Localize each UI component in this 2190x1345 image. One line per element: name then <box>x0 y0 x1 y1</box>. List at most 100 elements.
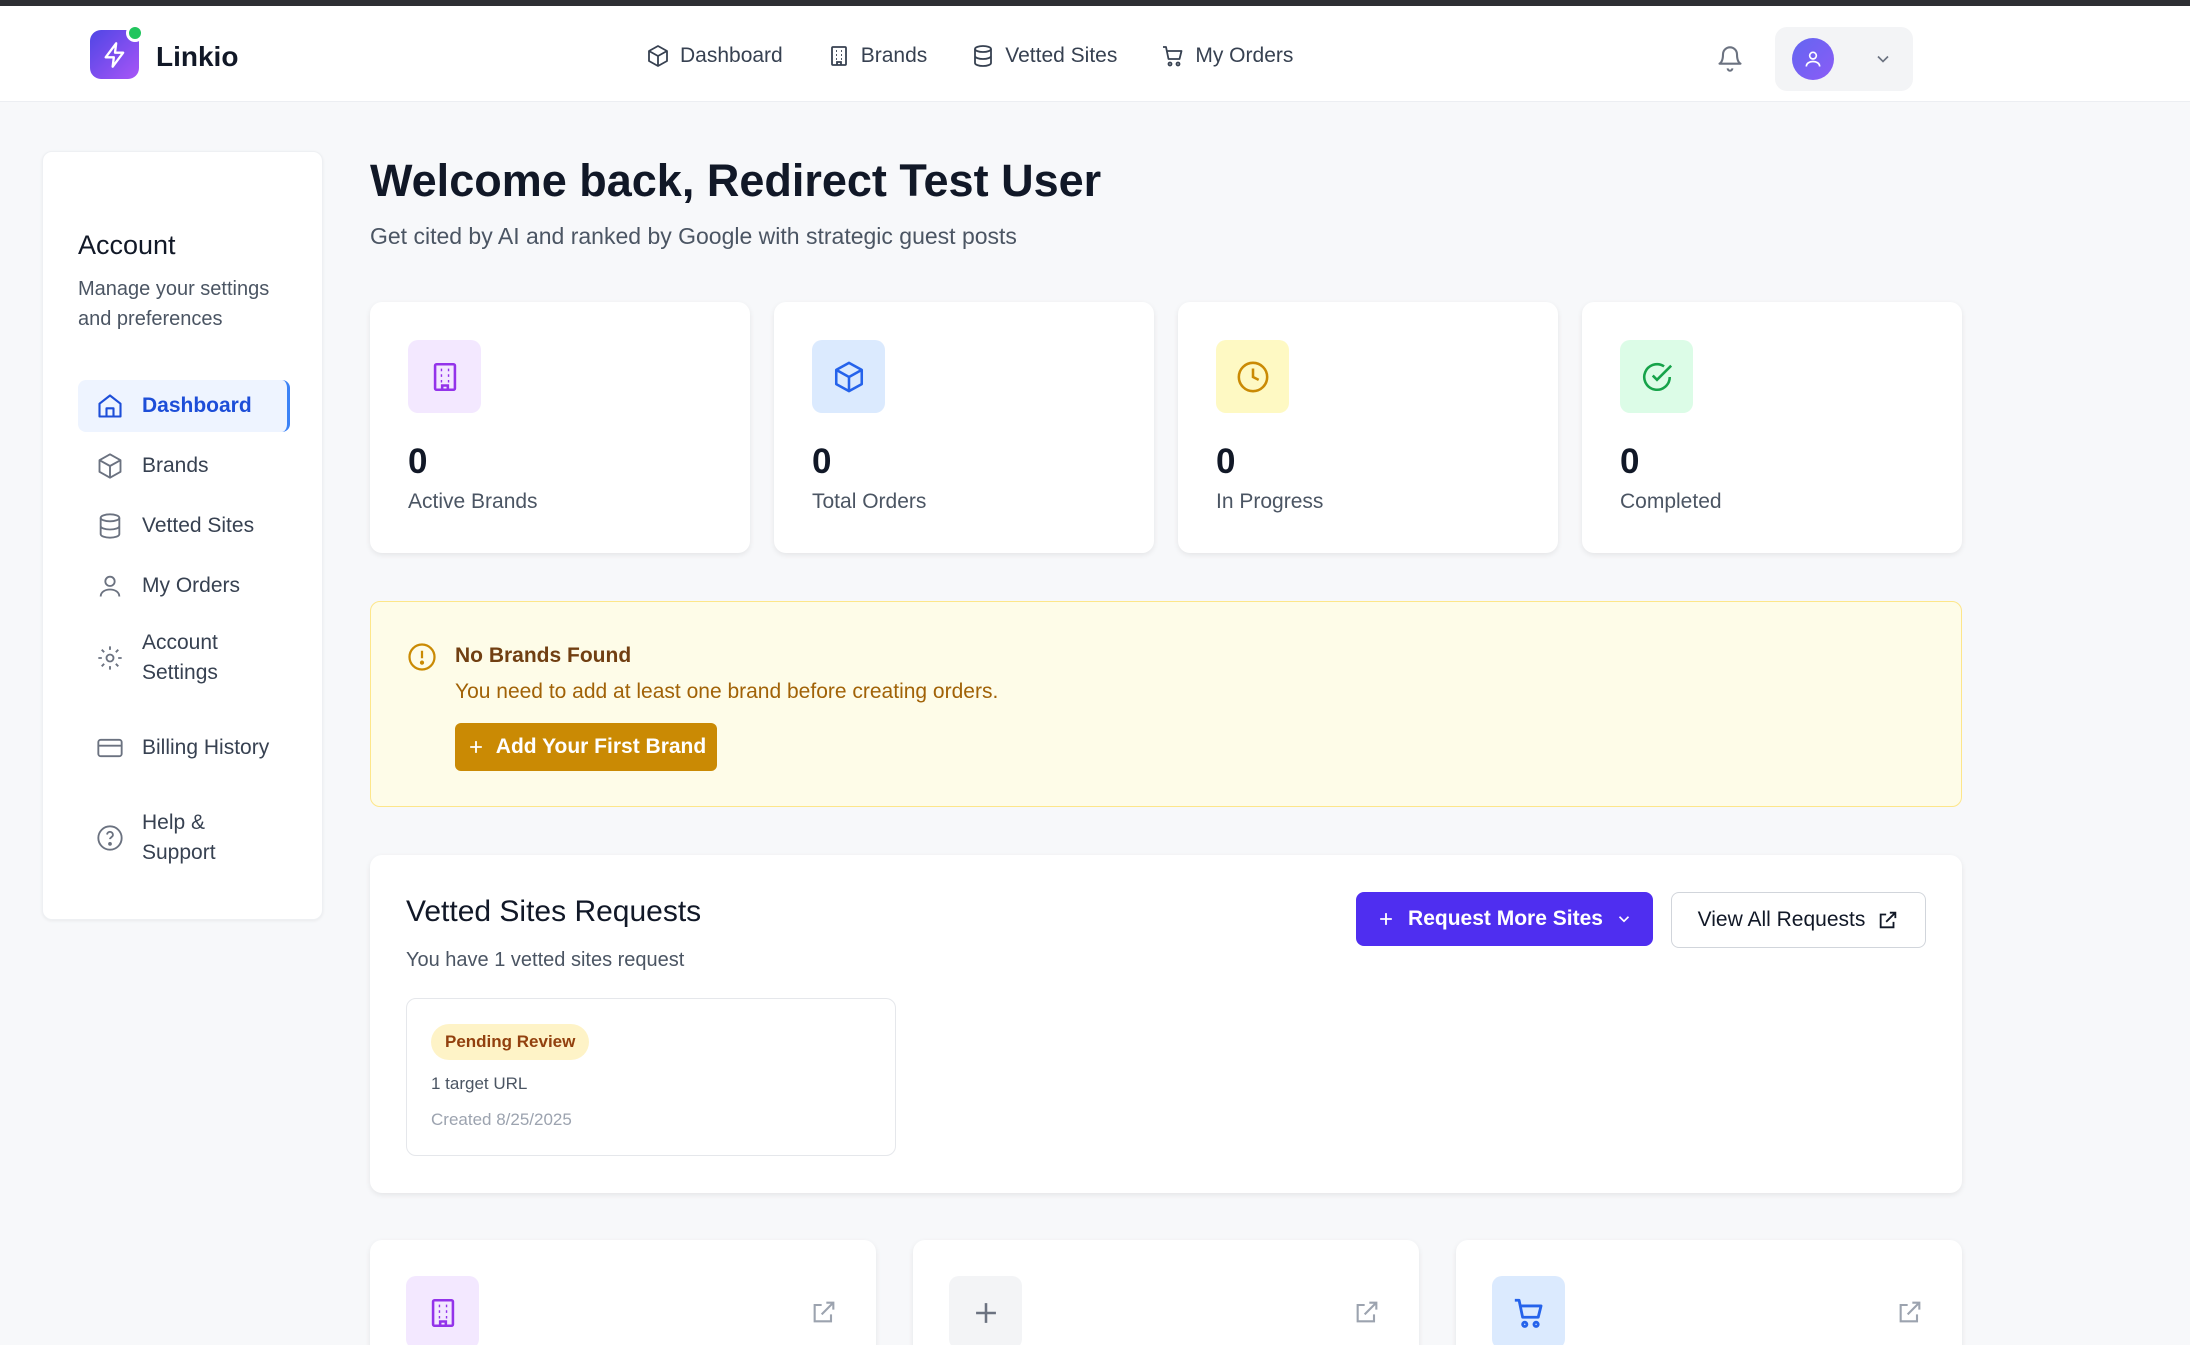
topnav-my-orders[interactable]: My Orders <box>1161 44 1293 68</box>
no-brands-alert: No Brands Found You need to add at least… <box>370 601 1962 807</box>
sidebar-item-billing-history[interactable]: Billing History <box>78 710 290 786</box>
plus-icon <box>1380 913 1392 925</box>
sidebar-item-label: Brands <box>142 454 209 477</box>
building-icon <box>431 1298 454 1327</box>
add-first-brand-label: Add Your First Brand <box>495 735 707 758</box>
top-header: Linkio Dashboard Brands Vetted Sites My … <box>0 6 2190 102</box>
gear-icon <box>98 646 122 670</box>
sidebar-item-account-settings[interactable]: Account Settings <box>78 620 290 696</box>
sidebar-item-label: Billing History <box>142 736 270 759</box>
clock-icon <box>1237 361 1268 392</box>
request-more-sites-label: Request More Sites <box>1408 907 1603 930</box>
package-icon <box>98 453 122 479</box>
external-link-icon <box>1880 911 1897 929</box>
view-all-requests-label: View All Requests <box>1697 908 1866 931</box>
sidebar-item-label: Vetted Sites <box>142 514 255 537</box>
user-icon <box>1805 51 1821 67</box>
credit-card-icon <box>97 738 123 758</box>
plus-icon <box>975 1302 996 1323</box>
add-first-brand-button[interactable]: Add Your First Brand <box>455 723 717 771</box>
page-subtitle: Get cited by AI and ranked by Google wit… <box>370 223 1017 249</box>
stat-value: 0 <box>1620 442 1640 481</box>
quick-action-icon-box <box>406 1276 479 1345</box>
stat-icon-box <box>1620 340 1693 413</box>
sidebar-item-label: Account Settings <box>142 631 218 684</box>
vetted-title: Vetted Sites Requests <box>406 895 702 928</box>
alert-title: No Brands Found <box>455 644 632 667</box>
status-badge: Pending Review <box>431 1024 590 1060</box>
stat-icon-box <box>812 340 885 413</box>
lightning-icon <box>104 41 124 68</box>
database-icon <box>974 45 993 67</box>
sidebar-item-brands[interactable]: Brands <box>78 440 290 492</box>
top-nav: Dashboard Brands Vetted Sites My Orders <box>646 44 1293 68</box>
building-icon <box>830 46 847 66</box>
avatar[interactable] <box>1792 38 1834 80</box>
alert-circle-icon <box>408 643 436 671</box>
external-link-icon <box>813 1301 835 1323</box>
stat-value: 0 <box>1216 442 1236 481</box>
view-all-requests-button[interactable]: View All Requests <box>1671 892 1926 948</box>
external-link-icon <box>1356 1301 1378 1323</box>
alert-text: You need to add at least one brand befor… <box>455 680 999 703</box>
topnav-vetted-sites-label: Vetted Sites <box>1005 44 1118 67</box>
app-name[interactable]: Linkio <box>156 41 238 73</box>
stat-value: 0 <box>812 442 832 481</box>
vetted-subtitle: You have 1 vetted sites request <box>406 949 685 971</box>
topnav-brands[interactable]: Brands <box>827 44 928 68</box>
quick-action-icon-box <box>1492 1276 1565 1345</box>
request-created-date: Created 8/25/2025 <box>431 1110 572 1129</box>
vetted-request-card[interactable]: Pending Review 1 target URL Created 8/25… <box>406 998 896 1156</box>
help-circle-icon <box>97 825 123 851</box>
stat-card-completed: 0 Completed <box>1582 302 1962 553</box>
stat-label: In Progress <box>1216 490 1324 513</box>
account-sidebar: Account Manage your settings and prefere… <box>42 151 323 920</box>
topnav-vetted-sites[interactable]: Vetted Sites <box>971 44 1117 68</box>
stat-card-total-orders: 0 Total Orders <box>774 302 1154 553</box>
sidebar-item-help-support[interactable]: Help & Support <box>78 800 290 876</box>
sidebar-item-label: Dashboard <box>142 394 252 417</box>
stat-icon-box <box>1216 340 1289 413</box>
sidebar-title: Account <box>78 230 176 260</box>
stat-icon-box <box>408 340 481 413</box>
topnav-dashboard[interactable]: Dashboard <box>646 44 783 68</box>
stat-label: Active Brands <box>408 490 538 513</box>
request-more-sites-button[interactable]: Request More Sites <box>1356 892 1653 946</box>
quick-action-card-brands[interactable] <box>370 1240 876 1345</box>
cart-icon <box>1163 46 1183 67</box>
home-icon <box>98 394 122 418</box>
bell-icon[interactable] <box>1716 44 1744 74</box>
sidebar-item-vetted-sites[interactable]: Vetted Sites <box>78 500 290 552</box>
external-link-icon <box>1899 1301 1921 1323</box>
topnav-dashboard-label: Dashboard <box>680 44 783 67</box>
stat-label: Completed <box>1620 490 1722 513</box>
building-icon <box>433 362 456 391</box>
sidebar-item-my-orders[interactable]: My Orders <box>78 560 290 612</box>
sidebar-menu: Dashboard Brands Vetted Sites My Orders … <box>78 380 290 890</box>
user-icon <box>99 575 121 597</box>
quick-action-card-new[interactable] <box>913 1240 1419 1345</box>
quick-action-card-orders[interactable] <box>1456 1240 1962 1345</box>
user-menu[interactable] <box>1775 27 1913 91</box>
cart-icon <box>1514 1298 1542 1328</box>
topnav-my-orders-label: My Orders <box>1195 44 1294 67</box>
topnav-brands-label: Brands <box>860 44 928 67</box>
quick-action-icon-box <box>949 1276 1022 1345</box>
package-icon <box>834 361 863 392</box>
stat-card-in-progress: 0 In Progress <box>1178 302 1558 553</box>
plus-icon <box>469 741 482 753</box>
package-icon <box>648 45 668 67</box>
sidebar-item-label: Help & Support <box>142 811 216 864</box>
status-dot <box>126 24 144 42</box>
check-circle-icon <box>1642 362 1672 391</box>
database-icon <box>99 513 121 539</box>
chevron-down-icon[interactable] <box>1873 49 1893 69</box>
stat-label: Total Orders <box>812 490 927 513</box>
page-title: Welcome back, Redirect Test User <box>370 155 1102 206</box>
request-target-count: 1 target URL <box>431 1074 528 1093</box>
sidebar-subtitle: Manage your settings and preferences <box>78 278 270 330</box>
sidebar-item-dashboard[interactable]: Dashboard <box>78 380 290 432</box>
vetted-sites-section: Vetted Sites Requests You have 1 vetted … <box>370 855 1962 1193</box>
chevron-down-icon <box>1618 916 1630 923</box>
stat-value: 0 <box>408 442 428 481</box>
